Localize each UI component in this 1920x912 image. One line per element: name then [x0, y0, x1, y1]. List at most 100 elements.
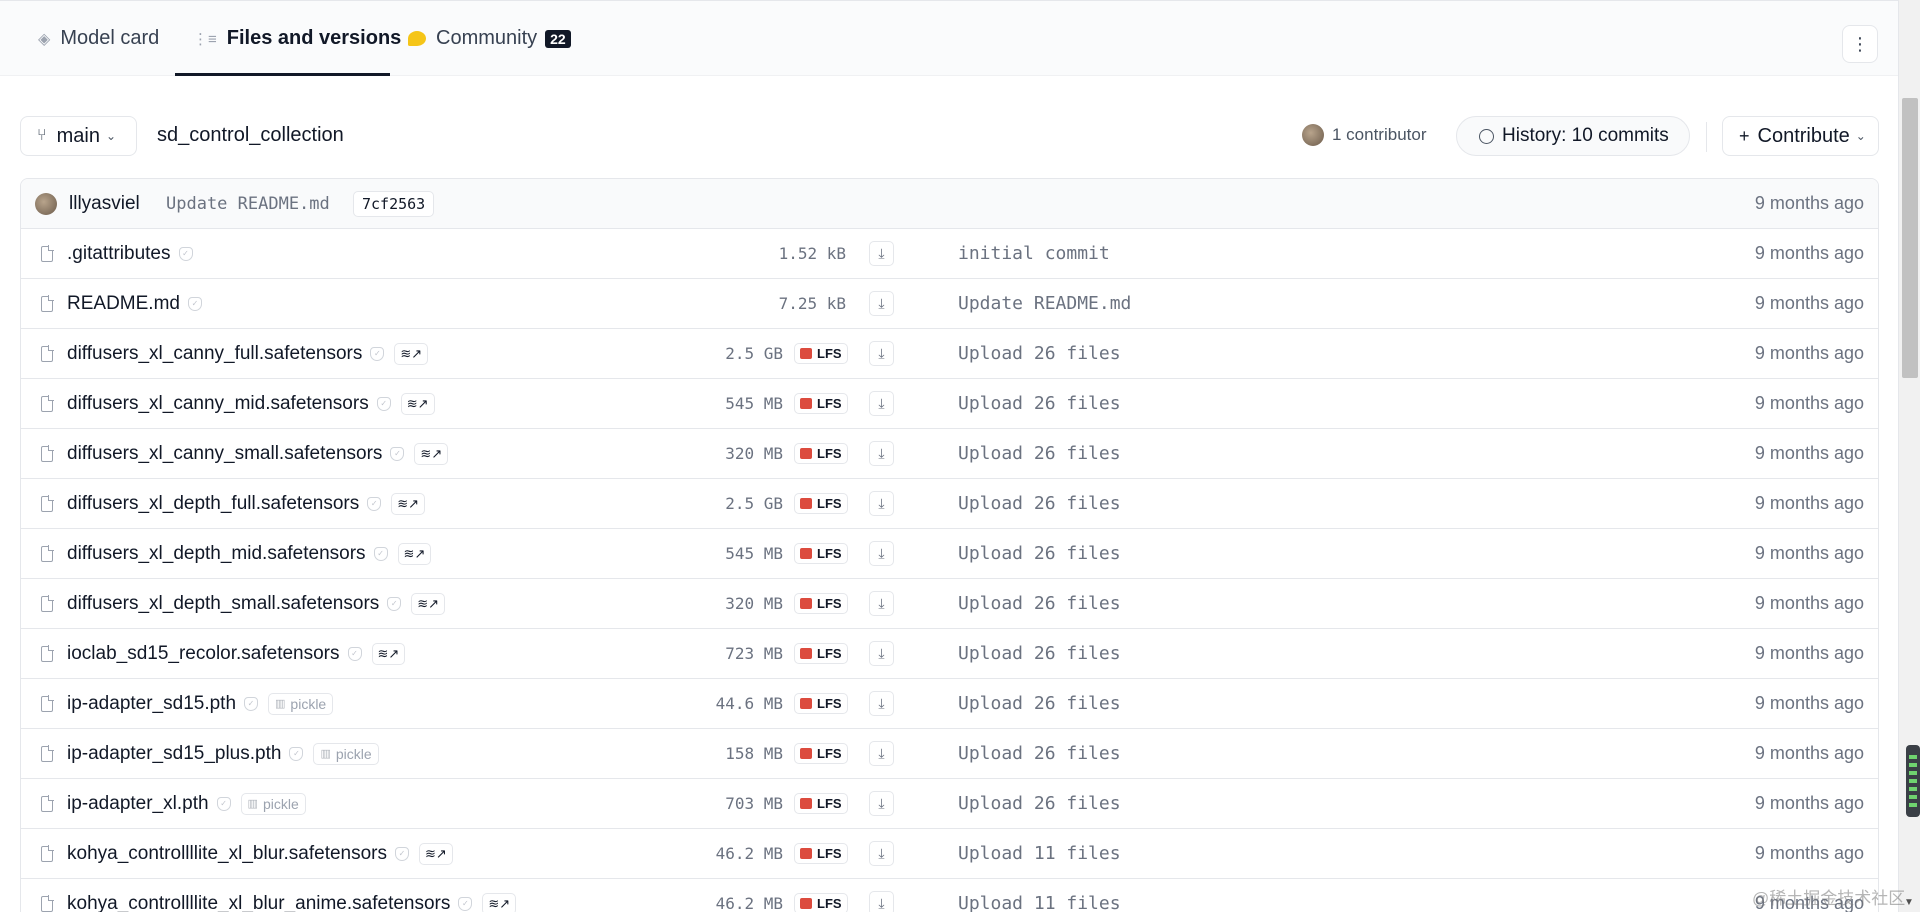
file-commit-message[interactable]: Upload 26 files — [958, 679, 1121, 728]
security-shield-icon[interactable]: ✓ — [370, 346, 385, 361]
file-commit-message[interactable]: Upload 26 files — [958, 729, 1121, 778]
download-icon[interactable]: ⤓ — [869, 491, 894, 516]
file-commit-message[interactable]: Upload 26 files — [958, 379, 1121, 428]
tab-files-and-versions[interactable]: ⋮≡ Files and versions — [193, 1, 401, 76]
lfs-badge[interactable]: LFS — [794, 743, 848, 764]
lfs-badge[interactable]: LFS — [794, 793, 848, 814]
safetensors-viewer-button[interactable]: ≋↗ — [397, 542, 432, 565]
security-shield-icon[interactable]: ✓ — [387, 596, 402, 611]
file-commit-message[interactable]: Upload 26 files — [958, 579, 1121, 628]
scrollbar-thumb[interactable] — [1902, 98, 1918, 378]
lfs-badge[interactable]: LFS — [794, 543, 848, 564]
lfs-badge[interactable]: LFS — [794, 693, 848, 714]
scroll-down-arrow-icon[interactable]: ▼ — [1904, 897, 1914, 908]
security-shield-icon[interactable]: ✓ — [458, 896, 473, 911]
download-icon[interactable]: ⤓ — [869, 341, 894, 366]
file-commit-message[interactable]: Upload 26 files — [958, 429, 1121, 478]
download-icon[interactable]: ⤓ — [869, 841, 894, 866]
file-commit-message[interactable]: Upload 26 files — [958, 779, 1121, 828]
lfs-badge[interactable]: LFS — [794, 343, 848, 364]
tab-model-card[interactable]: ◈ Model card — [38, 1, 159, 76]
lfs-label: LFS — [817, 596, 842, 611]
security-shield-icon[interactable]: ✓ — [376, 396, 391, 411]
file-name-link[interactable]: ioclab_sd15_recolor.safetensors — [67, 643, 340, 665]
security-shield-icon[interactable]: ✓ — [244, 696, 259, 711]
file-commit-message[interactable]: Upload 26 files — [958, 329, 1121, 378]
lfs-badge[interactable]: LFS — [794, 493, 848, 514]
download-icon[interactable]: ⤓ — [869, 741, 894, 766]
repo-path[interactable]: sd_control_collection — [157, 124, 344, 147]
pickle-badge[interactable]: ▥ pickle — [268, 692, 334, 715]
download-icon[interactable]: ⤓ — [869, 441, 894, 466]
safetensors-viewer-button[interactable]: ≋↗ — [400, 392, 435, 415]
commit-sha[interactable]: 7cf2563 — [353, 190, 435, 217]
safetensors-viewer-button[interactable]: ≋↗ — [419, 842, 453, 865]
security-shield-icon[interactable]: ✓ — [178, 246, 193, 261]
history-button[interactable]: History: 10 commits — [1456, 116, 1690, 156]
safetensors-viewer-button[interactable]: ≋↗ — [394, 342, 429, 365]
file-name-link[interactable]: diffusers_xl_canny_small.safetensors — [67, 443, 382, 465]
file-name-link[interactable]: diffusers_xl_canny_mid.safetensors — [67, 393, 369, 415]
safetensors-viewer-button[interactable]: ≋↗ — [411, 592, 446, 615]
security-shield-icon[interactable]: ✓ — [373, 546, 388, 561]
safetensors-viewer-button[interactable]: ≋↗ — [414, 442, 449, 465]
file-name-link[interactable]: diffusers_xl_depth_small.safetensors — [67, 593, 379, 615]
security-shield-icon[interactable]: ✓ — [367, 496, 382, 511]
download-icon[interactable]: ⤓ — [869, 541, 894, 566]
lfs-badge[interactable]: LFS — [794, 393, 848, 414]
safetensors-viewer-button[interactable]: ≋↗ — [482, 892, 517, 912]
file-name-link[interactable]: kohya_controllllite_xl_blur_anime.safete… — [67, 893, 450, 912]
safetensors-viewer-button[interactable]: ≋↗ — [391, 492, 426, 515]
file-name-link[interactable]: diffusers_xl_depth_mid.safetensors — [67, 543, 366, 565]
download-icon[interactable]: ⤓ — [869, 791, 894, 816]
lfs-badge[interactable]: LFS — [794, 443, 848, 464]
lfs-badge[interactable]: LFS — [794, 593, 848, 614]
branch-selector[interactable]: ⑂ main ⌄ — [20, 116, 137, 156]
lfs-cube-icon — [800, 848, 812, 859]
file-commit-message[interactable]: Upload 26 files — [958, 529, 1121, 578]
pickle-badge[interactable]: ▥ pickle — [240, 792, 306, 815]
download-icon[interactable]: ⤓ — [869, 691, 894, 716]
contributors-link[interactable]: 1 contributor — [1302, 124, 1427, 146]
security-shield-icon[interactable]: ✓ — [187, 296, 202, 311]
lfs-cube-icon — [800, 548, 812, 559]
download-icon[interactable]: ⤓ — [869, 591, 894, 616]
file-name-link[interactable]: ip-adapter_sd15_plus.pth — [67, 743, 281, 765]
safetensors-viewer-button[interactable]: ≋↗ — [371, 642, 406, 665]
commit-message[interactable]: Update README.md — [166, 179, 330, 228]
file-name-link[interactable]: diffusers_xl_depth_full.safetensors — [67, 493, 359, 515]
pickle-icon: ▥ — [247, 798, 258, 810]
contribute-button[interactable]: + Contribute ⌄ — [1722, 116, 1879, 156]
file-name-link[interactable]: README.md — [67, 293, 180, 315]
file-icon — [41, 545, 54, 562]
file-name-link[interactable]: .gitattributes — [67, 243, 171, 265]
commit-author[interactable]: lllyasviel — [69, 179, 140, 228]
file-name-link[interactable]: ip-adapter_xl.pth — [67, 793, 209, 815]
file-commit-message[interactable]: Upload 11 files — [958, 829, 1121, 878]
download-icon[interactable]: ⤓ — [869, 641, 894, 666]
file-commit-message[interactable]: initial commit — [958, 229, 1110, 278]
file-commit-message[interactable]: Upload 26 files — [958, 629, 1121, 678]
security-shield-icon[interactable]: ✓ — [390, 446, 405, 461]
more-options-button[interactable]: ⋮ — [1842, 25, 1878, 63]
file-commit-message[interactable]: Update README.md — [958, 279, 1131, 328]
download-icon[interactable]: ⤓ — [869, 391, 894, 416]
lfs-badge[interactable]: LFS — [794, 643, 848, 664]
download-icon[interactable]: ⤓ — [869, 241, 894, 266]
download-icon[interactable]: ⤓ — [869, 891, 894, 912]
pickle-badge[interactable]: ▥ pickle — [313, 742, 379, 765]
lfs-badge[interactable]: LFS — [794, 893, 848, 912]
file-name-link[interactable]: ip-adapter_sd15.pth — [67, 693, 236, 715]
security-shield-icon[interactable]: ✓ — [289, 746, 304, 761]
tab-community[interactable]: Community 22 — [408, 1, 571, 76]
lfs-badge[interactable]: LFS — [794, 843, 848, 864]
security-shield-icon[interactable]: ✓ — [347, 646, 362, 661]
file-name-link[interactable]: kohya_controllllite_xl_blur.safetensors — [67, 843, 387, 865]
download-icon[interactable]: ⤓ — [869, 291, 894, 316]
security-shield-icon[interactable]: ✓ — [216, 796, 231, 811]
file-commit-message[interactable]: Upload 26 files — [958, 479, 1121, 528]
download-cell: ⤓ — [869, 679, 894, 728]
file-name-link[interactable]: diffusers_xl_canny_full.safetensors — [67, 343, 362, 365]
file-commit-message[interactable]: Upload 11 files — [958, 879, 1121, 912]
security-shield-icon[interactable]: ✓ — [395, 846, 410, 861]
